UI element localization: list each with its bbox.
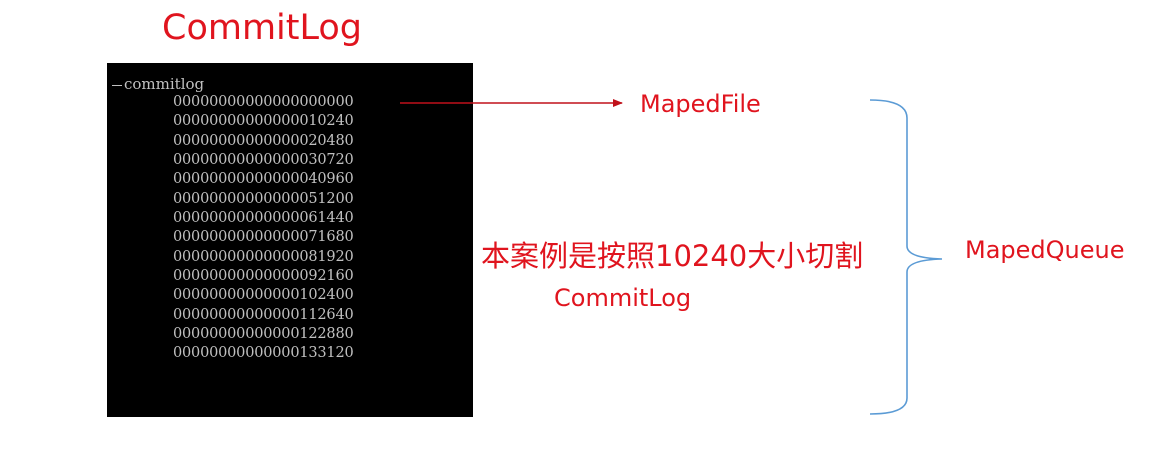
split-note-subject: CommitLog bbox=[554, 284, 692, 312]
mapedqueue-brace bbox=[869, 99, 943, 415]
diagram-connectors bbox=[400, 99, 943, 415]
split-note: 本案例是按照10240大小切割 bbox=[481, 239, 864, 273]
maped-queue-label: MapedQueue bbox=[965, 236, 1125, 264]
maped-file-label: MapedFile bbox=[640, 90, 761, 118]
